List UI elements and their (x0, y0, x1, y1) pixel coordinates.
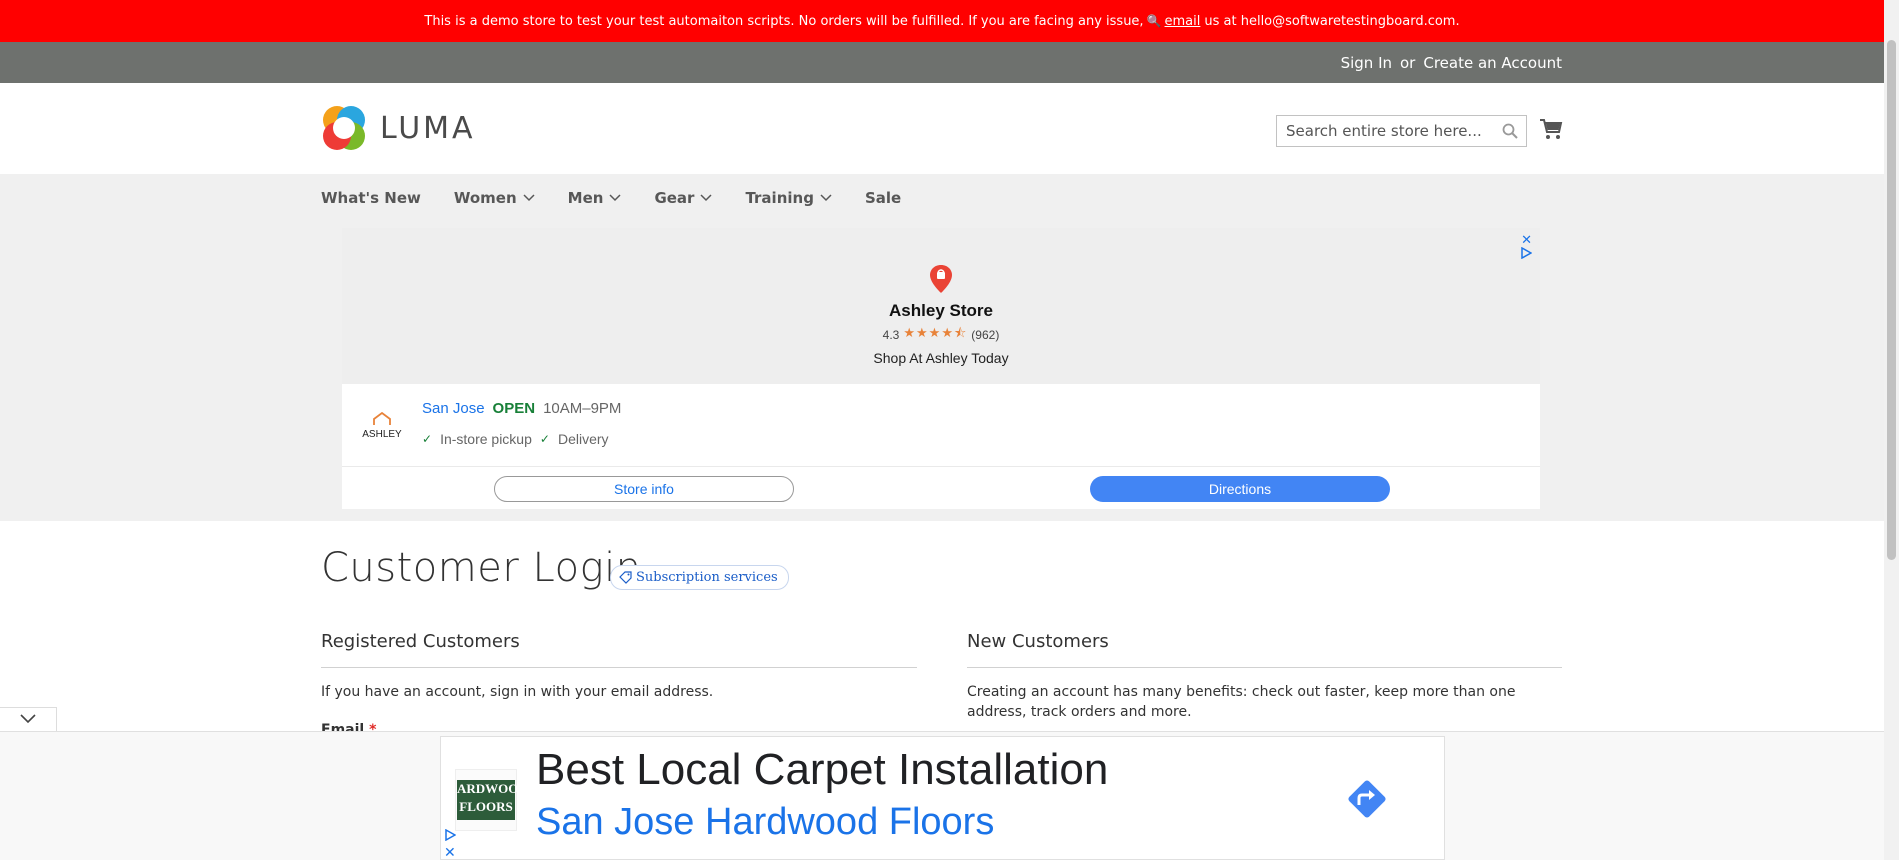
header-links: Sign In or Create an Account (1341, 54, 1562, 72)
page-title: Customer Login (321, 545, 642, 591)
demo-notice-text: This is a demo store to test your test a… (424, 13, 1144, 29)
chevron-down-icon (609, 194, 621, 202)
search-placeholder: Search entire store here... (1286, 122, 1482, 140)
or-text: or (1400, 54, 1416, 72)
nav-item-training[interactable]: Training (745, 189, 832, 207)
new-customers-text: Creating an account has many benefits: c… (967, 684, 1516, 720)
map-pin-icon (930, 265, 952, 293)
advertiser-logo-text: ARDWOO FLOORS (457, 780, 518, 820)
check-icon: ✓ (422, 432, 433, 446)
logo[interactable]: LUMA (321, 105, 476, 151)
adchoices-icon[interactable] (1520, 247, 1532, 259)
store-info-button[interactable]: Store info (494, 476, 794, 502)
ad-close-icon[interactable]: ✕ (444, 844, 456, 860)
feature-delivery: Delivery (557, 431, 609, 447)
ad-advertiser[interactable]: San Jose Hardwood Floors (536, 801, 994, 844)
rating-value: 4.3 (882, 328, 900, 342)
nav-item-label: What's New (321, 189, 421, 207)
registered-customers-text: If you have an account, sign in with you… (321, 684, 714, 700)
page-scrollbar[interactable] (1884, 0, 1899, 860)
new-customers-title: New Customers (967, 631, 1109, 652)
divider (342, 466, 1540, 467)
ashley-house-icon (373, 411, 391, 425)
tag-icon (619, 571, 632, 584)
luma-logo-icon (323, 106, 365, 150)
store-name[interactable]: Ashley Store (342, 301, 1540, 321)
nav-item-label: Training (745, 189, 814, 207)
chevron-down-icon (820, 194, 832, 202)
nav-item-sale[interactable]: Sale (865, 189, 901, 207)
demo-notice-bar: This is a demo store to test your test a… (0, 0, 1884, 42)
header-panel: Sign In or Create an Account (0, 42, 1884, 83)
chevron-down-icon (523, 194, 535, 202)
nav-item-label: Gear (654, 189, 695, 207)
ad-close-icon[interactable]: ✕ (1521, 233, 1532, 248)
search-input[interactable]: Search entire store here... (1276, 115, 1527, 147)
store-tagline: Shop At Ashley Today (873, 350, 1009, 366)
rating-row: 4.3 ★★★★⯪ (962) (342, 324, 1540, 346)
store-features: ✓ In-store pickup ✓ Delivery (422, 431, 609, 447)
directions-arrow-icon[interactable] (1343, 775, 1391, 823)
nav-item-men[interactable]: Men (568, 189, 622, 207)
cart-icon[interactable] (1539, 117, 1563, 141)
logo-text: LUMA (380, 110, 476, 146)
feature-pickup: In-store pickup (440, 431, 532, 447)
divider (321, 667, 917, 668)
nav-item-what-s-new[interactable]: What's New (321, 189, 421, 207)
review-count: (962) (971, 328, 1000, 342)
store-card: ASHLEY San Jose OPEN 10AM–9PM ✓ In-store… (342, 384, 1540, 509)
search-icon[interactable] (1502, 123, 1518, 139)
chevron-down-icon (700, 194, 712, 202)
divider (967, 667, 1562, 668)
registered-customers-title: Registered Customers (321, 631, 520, 652)
store-status-line: San Jose OPEN 10AM–9PM (422, 400, 621, 417)
nav-item-label: Sale (864, 189, 902, 207)
scrollbar-thumb[interactable] (1887, 40, 1896, 560)
subscription-badge-label: Subscription services (636, 570, 778, 585)
nav-item-label: Women (453, 189, 517, 207)
store-ad[interactable]: ✕ Ashley Store 4.3 ★★★★⯪ (962) Shop At A… (342, 228, 1540, 509)
sign-in-link[interactable]: Sign In (1341, 54, 1392, 72)
chevron-down-icon (20, 714, 36, 724)
header-content: LUMA Search entire store here... (0, 83, 1884, 174)
nav-item-label: Men (567, 189, 604, 207)
directions-button[interactable]: Directions (1090, 476, 1390, 502)
main-nav: What's New Women Men Gear Training Sale (321, 189, 934, 207)
subscription-badge[interactable]: Subscription services (610, 565, 789, 590)
store-ad-header: Ashley Store 4.3 ★★★★⯪ (962) Shop At Ash… (342, 264, 1540, 366)
bottom-ad[interactable]: ARDWOO FLOORS Best Local Carpet Installa… (440, 736, 1445, 860)
ad-headline[interactable]: Best Local Carpet Installation (536, 745, 1108, 795)
store-hours: 10AM–9PM (543, 400, 622, 417)
ad-collapse-tab[interactable] (0, 707, 57, 731)
ashley-logo: ASHLEY (358, 411, 406, 440)
star-rating-icon: ★★★★⯪ (903, 325, 968, 340)
ashley-logo-text: ASHLEY (362, 429, 402, 440)
email-link[interactable]: email (1165, 14, 1201, 29)
store-city[interactable]: San Jose (422, 400, 485, 417)
store-open-status: OPEN (492, 400, 536, 417)
nav-item-gear[interactable]: Gear (654, 189, 712, 207)
magnifier-icon: 🔍 (1146, 14, 1162, 28)
check-icon: ✓ (539, 432, 550, 446)
advertiser-logo: ARDWOO FLOORS (455, 769, 518, 831)
adchoices-icon[interactable] (444, 829, 456, 841)
create-account-link[interactable]: Create an Account (1423, 54, 1562, 72)
demo-notice-text-end: us at hello@softwaretestingboard.com. (1204, 13, 1460, 29)
nav-item-women[interactable]: Women (454, 189, 535, 207)
